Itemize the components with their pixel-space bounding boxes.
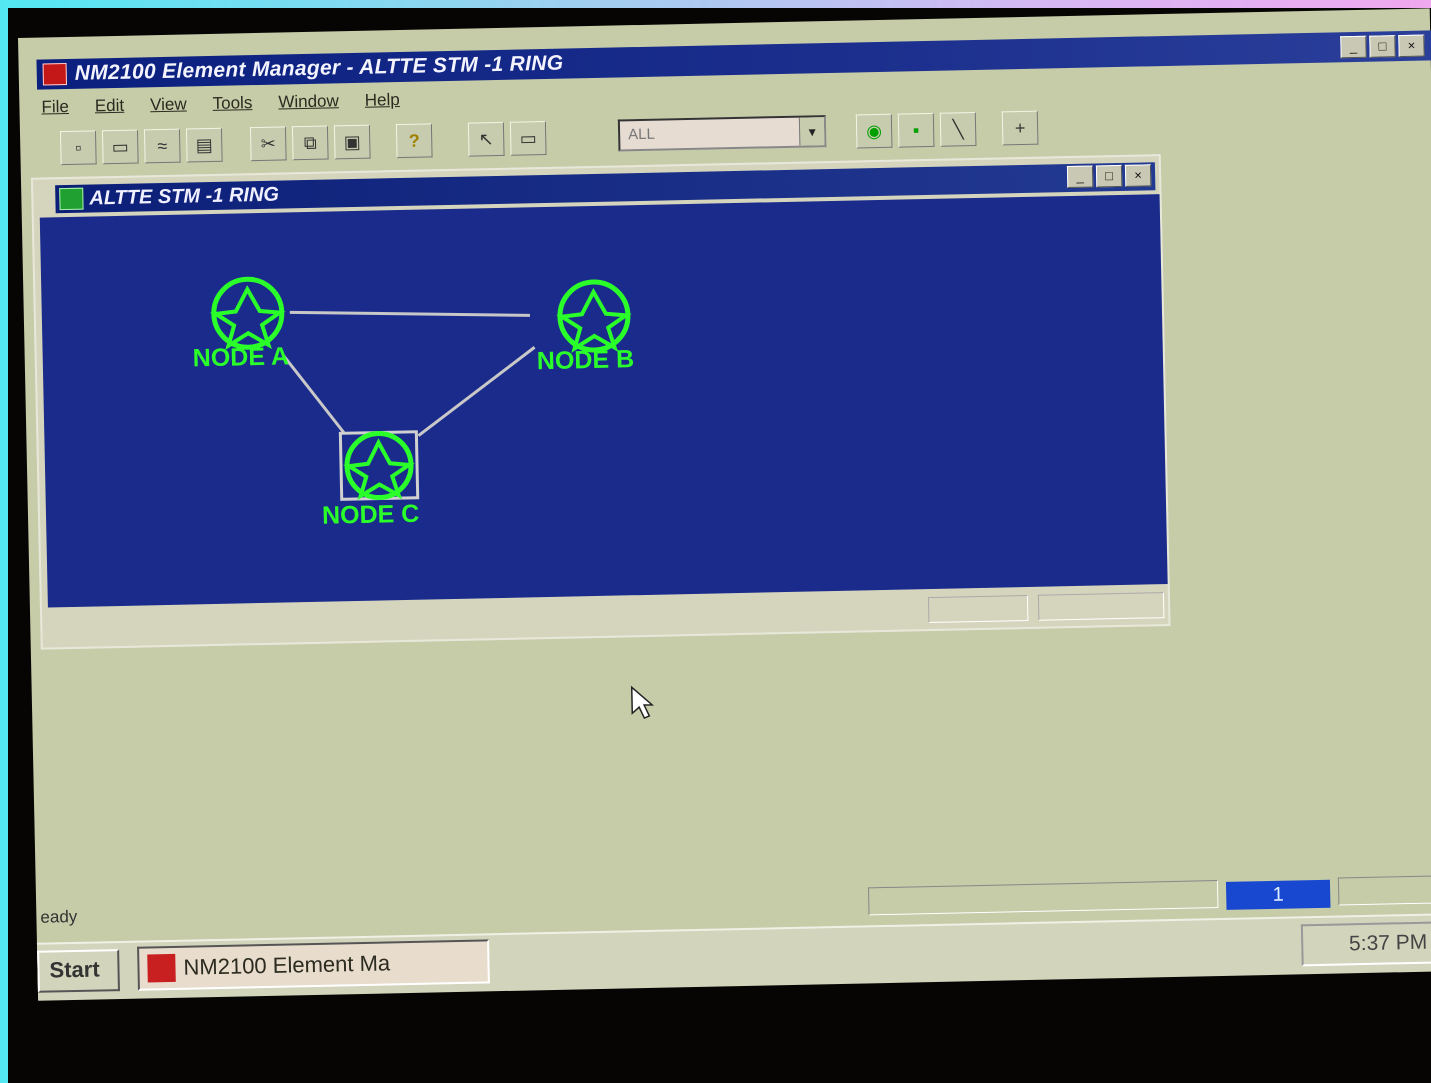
app-task-icon	[147, 953, 176, 983]
ne-icon[interactable]: ▪	[897, 112, 935, 148]
close-button[interactable]: ×	[1398, 34, 1425, 58]
ring-maximize-button[interactable]: □	[1095, 164, 1123, 188]
view-select-value: ALL	[627, 125, 656, 144]
link-b-c[interactable]	[417, 346, 537, 437]
node-c-label: NODE C	[322, 500, 420, 530]
new-icon[interactable]: ▫	[59, 130, 97, 166]
screen: NM2100 Element Manager - ALTTE STM -1 RI…	[18, 8, 1431, 1001]
menubar: File Edit View Tools Window Help	[41, 86, 400, 121]
window-controls: _ □ ×	[1340, 34, 1425, 59]
menu-edit[interactable]: Edit	[95, 96, 125, 117]
network-icon[interactable]: ◉	[855, 113, 893, 149]
system-tray: 5:37 PM	[1300, 921, 1431, 967]
menu-help[interactable]: Help	[365, 90, 400, 111]
cut-icon[interactable]: ✂	[249, 126, 287, 162]
ring-close-button[interactable]: ×	[1124, 164, 1152, 187]
ring-status-pane-2	[1037, 592, 1165, 621]
app-title: NM2100 Element Manager - ALTTE STM -1 RI…	[74, 51, 564, 85]
network-map-canvas[interactable]: NODE A NODE B NODE C	[39, 194, 1168, 608]
network-map: NODE A NODE B NODE C	[191, 276, 635, 530]
status-page-indicator: 1	[1225, 879, 1331, 910]
mouse-pointer-icon	[630, 685, 655, 726]
maximize-button[interactable]: □	[1369, 35, 1396, 58]
photo-frame: NM2100 Element Manager - ALTTE STM -1 RI…	[8, 8, 1431, 1083]
node-b-label: NODE B	[537, 345, 635, 375]
print-icon[interactable]: ▤	[185, 127, 223, 163]
minimize-button[interactable]: _	[1340, 35, 1367, 59]
app-icon	[42, 62, 67, 86]
app-titlebar[interactable]: NM2100 Element Manager - ALTTE STM -1 RI…	[36, 30, 1431, 90]
menu-file[interactable]: File	[41, 97, 69, 118]
chevron-down-icon[interactable]: ▾	[798, 117, 825, 146]
help-icon[interactable]: ?	[395, 123, 433, 159]
ring-window-controls: _ □ ×	[1066, 164, 1152, 189]
link-a-b[interactable]	[289, 307, 530, 320]
add-icon[interactable]: +	[1001, 110, 1039, 146]
start-button[interactable]: Start	[37, 949, 120, 993]
ring-window-title: ALTTE STM -1 RING	[89, 183, 280, 210]
taskbar-app-label: NM2100 Element Ma	[183, 950, 391, 980]
view-select[interactable]: ALL ▾	[617, 115, 827, 152]
ring-status-pane-1	[927, 594, 1029, 624]
node-a[interactable]: NODE A	[191, 276, 289, 372]
ring-window: ALTTE STM -1 RING _ □ × NODE A NODE B NO…	[30, 154, 1171, 650]
menu-window[interactable]: Window	[278, 91, 339, 112]
menu-view[interactable]: View	[150, 94, 187, 115]
taskbar-app-button[interactable]: NM2100 Element Ma	[137, 939, 490, 991]
status-pane	[867, 880, 1219, 916]
status-pane-end	[1337, 875, 1431, 906]
link-a-c[interactable]	[281, 353, 346, 435]
ring-window-icon	[59, 187, 84, 211]
node-c[interactable]: NODE C	[320, 430, 420, 530]
status-text: eady	[40, 906, 78, 927]
link-icon[interactable]: ╲	[939, 111, 977, 147]
menu-tools[interactable]: Tools	[212, 93, 252, 114]
copy-icon[interactable]: ⧉	[291, 125, 329, 161]
clock[interactable]: 5:37 PM	[1349, 931, 1428, 957]
ring-minimize-button[interactable]: _	[1066, 165, 1094, 189]
node-b[interactable]: NODE B	[535, 279, 635, 375]
select-icon[interactable]: ↖	[467, 121, 505, 157]
paste-icon[interactable]: ▣	[333, 124, 371, 160]
connect-icon[interactable]: ≈	[143, 128, 181, 164]
open-icon[interactable]: ▭	[101, 129, 139, 165]
rectangle-select-icon[interactable]: ▭	[509, 120, 547, 156]
node-a-label: NODE A	[192, 342, 289, 372]
